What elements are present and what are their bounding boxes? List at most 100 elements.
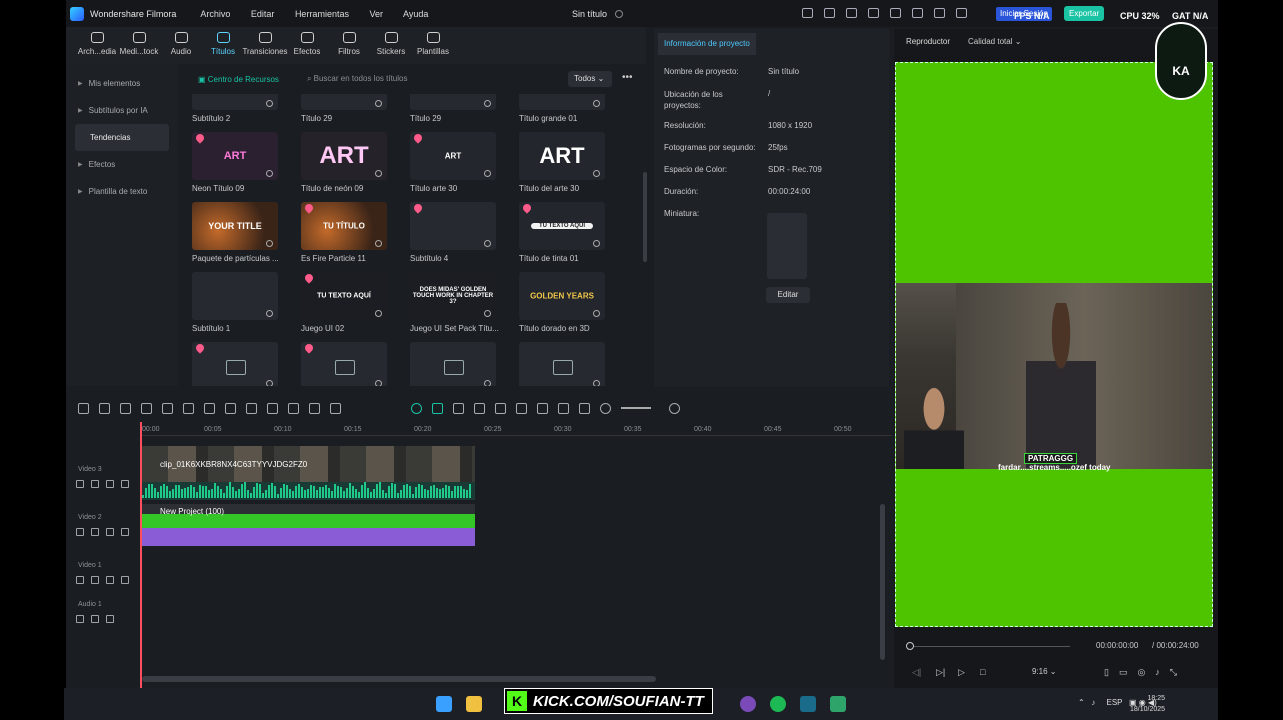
speaker-icon[interactable]	[91, 615, 99, 623]
eye-icon[interactable]	[106, 480, 114, 488]
gift-icon[interactable]	[802, 8, 813, 18]
menu-archivo[interactable]: Archivo	[200, 9, 230, 19]
windows-start-icon[interactable]	[436, 696, 452, 712]
quality-dropdown[interactable]: Calidad total ⌄	[968, 35, 1048, 49]
menu-ver[interactable]: Ver	[369, 9, 383, 19]
nav-tendencias[interactable]: Tendencias	[75, 124, 169, 151]
filter-dropdown[interactable]: Todos ⌄	[568, 71, 612, 87]
tab-efectos[interactable]: Efectos	[286, 27, 328, 64]
nav-efectos[interactable]: ▶ Efectos	[66, 151, 178, 178]
playhead[interactable]	[140, 422, 142, 688]
download-icon[interactable]	[484, 380, 491, 386]
pip-icon[interactable]	[558, 402, 569, 414]
menu-herramientas[interactable]: Herramientas	[295, 9, 349, 19]
video-clip[interactable]: clip_01K6XKBR8NX4C63TYYVJDG2FZ0	[142, 446, 475, 500]
aspect-ratio-dropdown[interactable]: 9:16 ⌄	[1032, 667, 1057, 676]
download-icon[interactable]	[593, 100, 600, 107]
delete-icon[interactable]	[162, 402, 173, 414]
eye-icon[interactable]	[106, 528, 114, 536]
resource-center-button[interactable]: ▣ Centro de Recursos	[198, 75, 279, 84]
timeline-ruler[interactable]: 00:00 00:05 00:10 00:15 00:20 00:25 00:30 00:35…	[142, 422, 892, 436]
title-card[interactable]: DOES MIDAS' GOLDEN TOUCH WORK IN CHAPTER…	[410, 272, 519, 333]
headset-icon[interactable]	[912, 8, 923, 18]
menu-editar[interactable]: Editar	[251, 9, 275, 19]
title-card[interactable]: Subtítulo 4	[410, 202, 519, 263]
play-icon[interactable]: ▷	[958, 667, 965, 678]
group-icon[interactable]	[330, 402, 341, 414]
system-clock[interactable]: 18:25 18/10/2025	[1130, 693, 1165, 715]
tab-stickers[interactable]: Stickers	[370, 27, 412, 64]
title-card[interactable]: ART Neon Título 09	[192, 132, 301, 193]
crop-icon[interactable]	[225, 402, 236, 414]
zoom-slider[interactable]	[621, 407, 651, 409]
title-card[interactable]: Título 29	[410, 94, 519, 123]
nav-subtitulos-ia[interactable]: ▶ Subtítulos por IA	[66, 97, 178, 124]
preview-screen[interactable]: PATRAGGG fardar....streams.....ozef toda…	[895, 62, 1213, 627]
cut-icon[interactable]	[183, 402, 194, 414]
title-card[interactable]: ART Título de neón 09	[301, 132, 410, 193]
monitor-icon[interactable]	[868, 8, 879, 18]
title-card[interactable]: ART Título arte 30	[410, 132, 519, 193]
title-card[interactable]	[519, 342, 628, 386]
spotify-icon[interactable]	[770, 696, 786, 712]
scene-icon[interactable]	[453, 402, 464, 414]
progress-handle[interactable]	[906, 642, 914, 650]
speed-icon[interactable]	[474, 402, 485, 414]
more-icon[interactable]: •••	[622, 72, 633, 83]
nav-plantilla-texto[interactable]: ▶ Plantilla de texto	[66, 178, 178, 205]
title-card[interactable]	[410, 342, 519, 386]
title-card[interactable]	[301, 342, 410, 386]
download-icon[interactable]	[375, 100, 382, 107]
shield-icon[interactable]	[495, 402, 506, 414]
speaker-icon[interactable]	[91, 480, 99, 488]
download-icon[interactable]	[593, 380, 600, 386]
folder-icon[interactable]	[76, 528, 84, 536]
lock-icon[interactable]	[121, 480, 129, 488]
download-icon[interactable]	[375, 240, 382, 247]
zoom-out-icon[interactable]	[600, 402, 611, 414]
nav-mis-elementos[interactable]: ▶ Mis elementos	[66, 70, 178, 97]
speaker-icon[interactable]	[91, 528, 99, 536]
download-icon[interactable]	[484, 240, 491, 247]
mask-icon[interactable]	[267, 402, 278, 414]
title-card[interactable]: ART Título del arte 30	[519, 132, 628, 193]
apps-icon[interactable]	[934, 8, 945, 18]
subtitle-icon[interactable]	[846, 8, 857, 18]
app-taskbar-icon[interactable]	[830, 696, 846, 712]
title-card[interactable]: Título grande 01	[519, 94, 628, 123]
audio-mixer-icon[interactable]	[537, 402, 548, 414]
title-card[interactable]: TU TÍTULO Es Fire Particle 11	[301, 202, 410, 263]
timeline-horizontal-scrollbar[interactable]	[142, 676, 656, 682]
mic-icon[interactable]	[516, 402, 527, 414]
file-explorer-icon[interactable]	[466, 696, 482, 712]
player-tool-icons[interactable]: ▯▭◎♪⤡	[1104, 667, 1187, 678]
download-icon[interactable]	[266, 380, 273, 386]
speaker-icon[interactable]	[91, 576, 99, 584]
menu-ayuda[interactable]: Ayuda	[403, 9, 428, 19]
render-icon[interactable]	[411, 402, 422, 414]
title-card[interactable]: Subtítulo 2	[192, 94, 301, 123]
timeline-vertical-scrollbar[interactable]	[880, 504, 885, 660]
download-icon[interactable]	[484, 310, 491, 317]
folder-icon[interactable]	[76, 615, 84, 623]
download-icon[interactable]	[593, 170, 600, 177]
download-icon[interactable]	[484, 100, 491, 107]
progress-track[interactable]	[914, 646, 1070, 647]
download-icon[interactable]	[266, 240, 273, 247]
resource-scrollbar[interactable]	[643, 172, 647, 262]
ai-icon[interactable]	[288, 402, 299, 414]
title-card[interactable]: Título 29	[301, 94, 410, 123]
prev-frame-icon[interactable]: ◁|	[912, 667, 921, 678]
pointer-icon[interactable]	[99, 402, 110, 414]
download-icon[interactable]	[266, 310, 273, 317]
title-card[interactable]: TU TEXTO AQUÍ Juego UI 02	[301, 272, 410, 333]
download-icon[interactable]	[484, 170, 491, 177]
zoom-in-icon[interactable]	[669, 402, 680, 414]
lock-icon[interactable]	[106, 615, 114, 623]
layout-icon[interactable]	[78, 402, 89, 414]
text-tool-icon[interactable]	[204, 402, 215, 414]
title-card[interactable]: Subtítulo 1	[192, 272, 301, 333]
tab-plantillas[interactable]: Plantillas	[412, 27, 454, 64]
thumbnail-preview[interactable]	[767, 213, 807, 279]
tab-archivos-media[interactable]: Arch...edia	[76, 27, 118, 64]
